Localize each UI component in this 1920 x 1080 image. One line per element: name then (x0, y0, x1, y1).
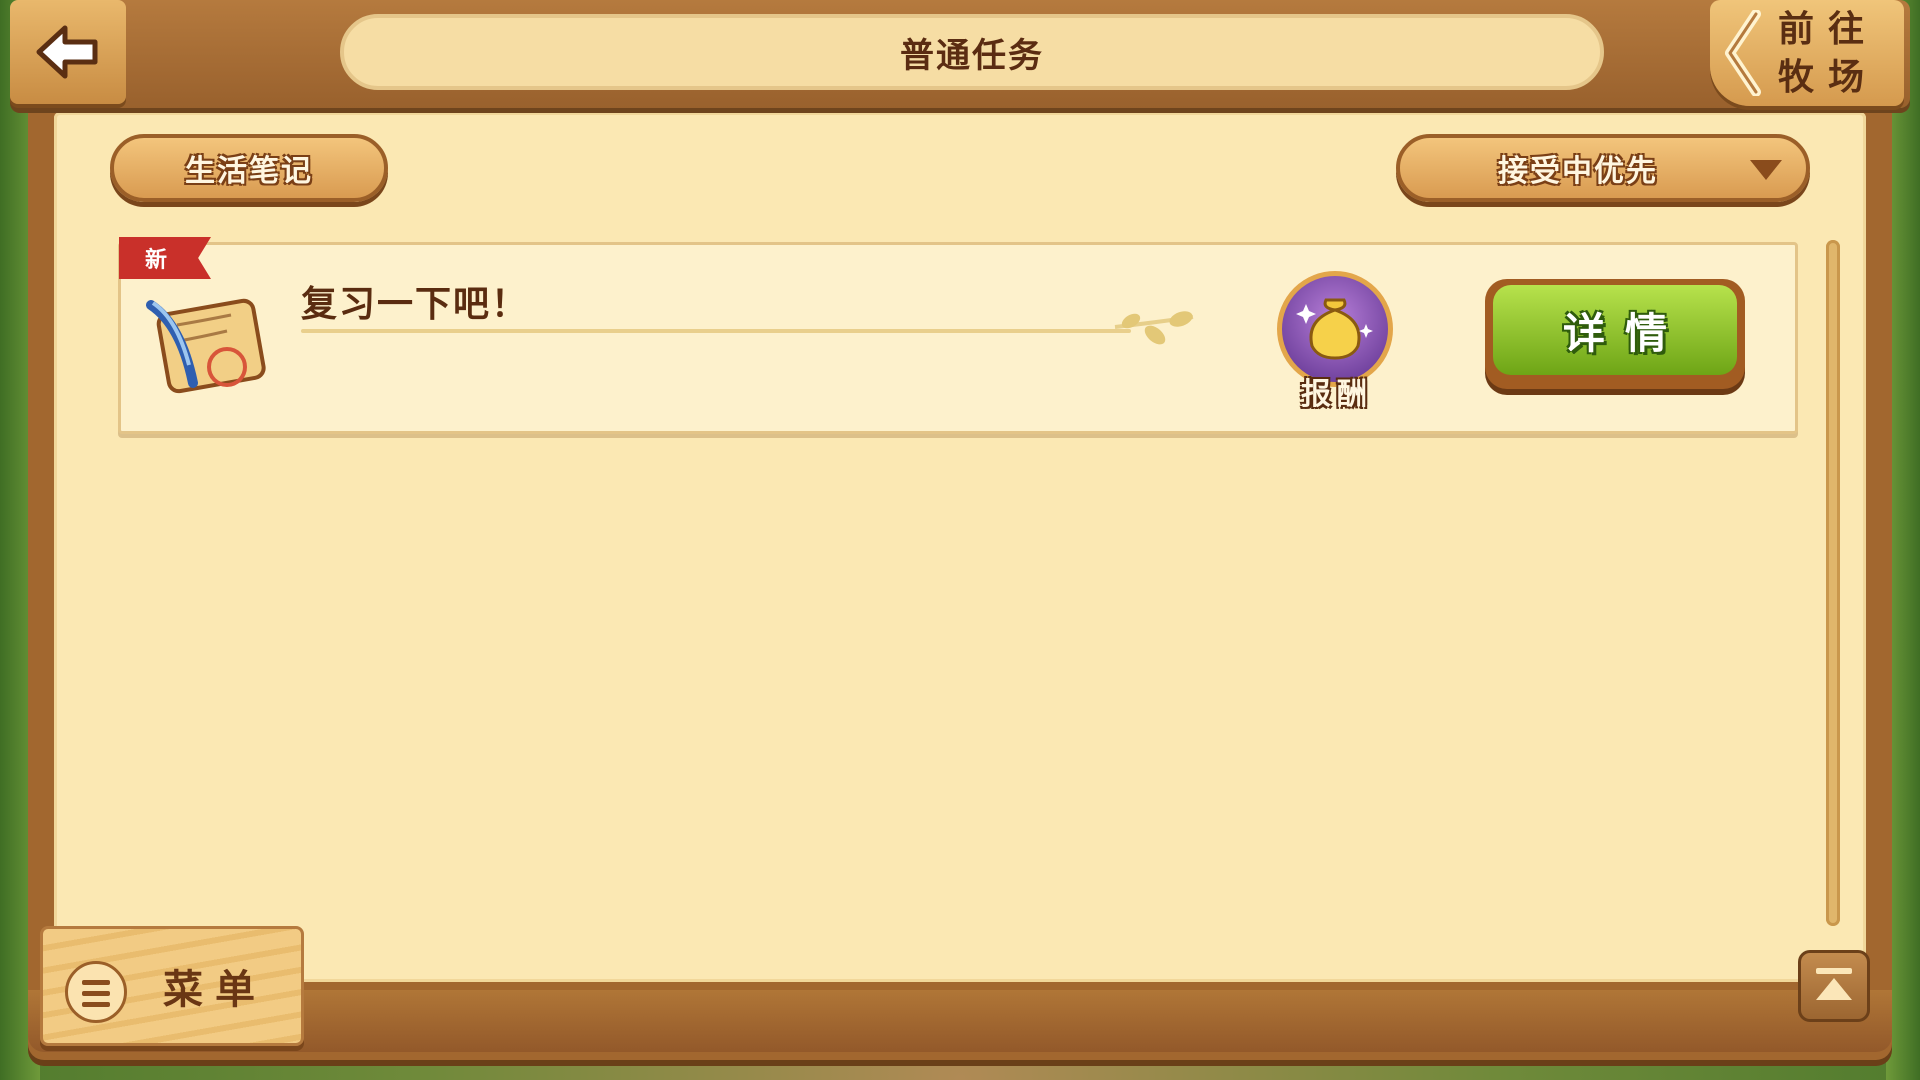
details-button-face: 详情 (1493, 285, 1737, 375)
money-bag-icon (1296, 298, 1373, 360)
scrollbar[interactable] (1826, 240, 1840, 926)
menu-label: 菜单 (163, 967, 267, 1013)
reward-label: 报酬 (1301, 377, 1373, 412)
new-badge: 新 (119, 237, 211, 279)
title-plaque: 普通任务 (340, 14, 1604, 90)
chevron-left-icon (1725, 10, 1761, 96)
menu-icon (65, 961, 127, 1023)
title-divider (301, 329, 1131, 333)
sort-dropdown-label: 接受中优先 (1498, 154, 1658, 189)
chevron-down-icon (1750, 160, 1782, 180)
reward-badge[interactable]: 报酬 (1275, 271, 1399, 412)
page-title: 普通任务 (900, 35, 1044, 76)
scroll-quill-icon (146, 298, 266, 394)
details-button[interactable]: 详情 (1485, 279, 1745, 389)
arrow-left-icon (36, 25, 98, 79)
bottom-strip (28, 990, 1892, 1052)
sort-dropdown[interactable]: 接受中优先 (1396, 134, 1810, 202)
scroll-to-top-icon (1816, 968, 1852, 1000)
task-card[interactable]: 新 复习一下吧！ 报酬 详情 (118, 237, 1798, 434)
menu-button[interactable]: 菜单 (40, 926, 304, 1046)
task-title: 复习一下吧！ (301, 284, 530, 325)
go-to-ranch-label: 前往牧场 (1778, 9, 1879, 98)
details-button-label: 详情 (1562, 308, 1687, 358)
tab-life-notes[interactable]: 生活笔记 (110, 134, 388, 202)
go-to-ranch-button[interactable]: 前往牧场 (1710, 0, 1904, 106)
back-button[interactable] (10, 0, 126, 104)
scroll-to-top-button[interactable] (1798, 950, 1870, 1022)
tab-life-notes-label: 生活笔记 (185, 154, 313, 189)
new-badge-label: 新 (145, 248, 168, 273)
leaf-sprig-icon (1114, 311, 1194, 345)
top-bar: 普通任务 (10, 0, 1910, 108)
